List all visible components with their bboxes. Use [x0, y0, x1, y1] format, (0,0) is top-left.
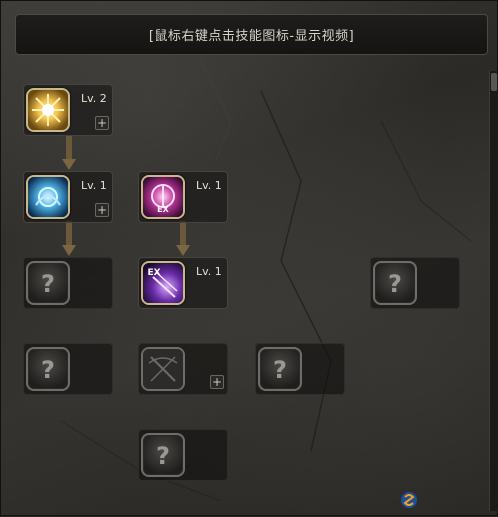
skill-level: Lv. 1 — [196, 179, 222, 192]
unknown-skill-icon[interactable]: ? — [26, 347, 70, 391]
skill-slot-unknown[interactable]: ? — [138, 429, 228, 481]
connector-arrow — [62, 221, 76, 256]
skill-level: Lv. 1 — [81, 179, 107, 192]
skill-slot-pink-ex[interactable]: EX Lv. 1 — [138, 171, 228, 223]
skill-level: Lv. 1 — [196, 265, 222, 278]
skill-slot-ex-arrow[interactable]: EX Lv. 1 — [138, 257, 228, 309]
blue-orb-skill-icon[interactable] — [26, 175, 70, 219]
skill-slot-unknown[interactable]: ? — [370, 257, 460, 309]
connector-arrow — [176, 221, 190, 256]
skill-slot-crossbow[interactable]: + — [138, 343, 228, 395]
crossbow-skill-icon[interactable] — [141, 347, 185, 391]
unknown-skill-icon[interactable]: ? — [141, 433, 185, 477]
question-mark: ? — [41, 356, 55, 384]
skill-slot-unknown[interactable]: ? — [23, 343, 113, 395]
skill-tree-panel: [鼠标右键点击技能图标-显示视频] Lv. 2 + Lv. 1 + EX Lv.… — [0, 0, 498, 516]
level-up-button[interactable]: + — [95, 116, 109, 130]
video-hint-text: [鼠标右键点击技能图标-显示视频] — [148, 29, 355, 44]
video-hint-bar: [鼠标右键点击技能图标-显示视频] — [15, 14, 488, 55]
question-mark: ? — [388, 270, 402, 298]
ex-arrow-skill-icon[interactable]: EX — [141, 261, 185, 305]
unknown-skill-icon[interactable]: ? — [258, 347, 302, 391]
skill-slot-light-burst[interactable]: Lv. 2 + — [23, 84, 113, 136]
question-mark: ? — [273, 356, 287, 384]
skill-level: Lv. 2 — [81, 92, 107, 105]
unknown-skill-icon[interactable]: ? — [26, 261, 70, 305]
unknown-skill-icon[interactable]: ? — [373, 261, 417, 305]
light-burst-skill-icon[interactable] — [26, 88, 70, 132]
scrollbar[interactable] — [489, 71, 498, 511]
ex-badge: EX — [157, 205, 169, 214]
site-logo-icon — [401, 492, 417, 508]
question-mark: ? — [41, 270, 55, 298]
skill-slot-unknown[interactable]: ? — [255, 343, 345, 395]
skill-slot-blue-orb[interactable]: Lv. 1 + — [23, 171, 113, 223]
connector-arrow — [62, 135, 76, 170]
level-up-button[interactable]: + — [210, 375, 224, 389]
scroll-thumb[interactable] — [491, 73, 497, 91]
skill-slot-unknown[interactable]: ? — [23, 257, 113, 309]
ex-badge: EX — [147, 268, 160, 278]
question-mark: ? — [156, 442, 170, 470]
pink-ex-skill-icon[interactable]: EX — [141, 175, 185, 219]
level-up-button[interactable]: + — [95, 203, 109, 217]
